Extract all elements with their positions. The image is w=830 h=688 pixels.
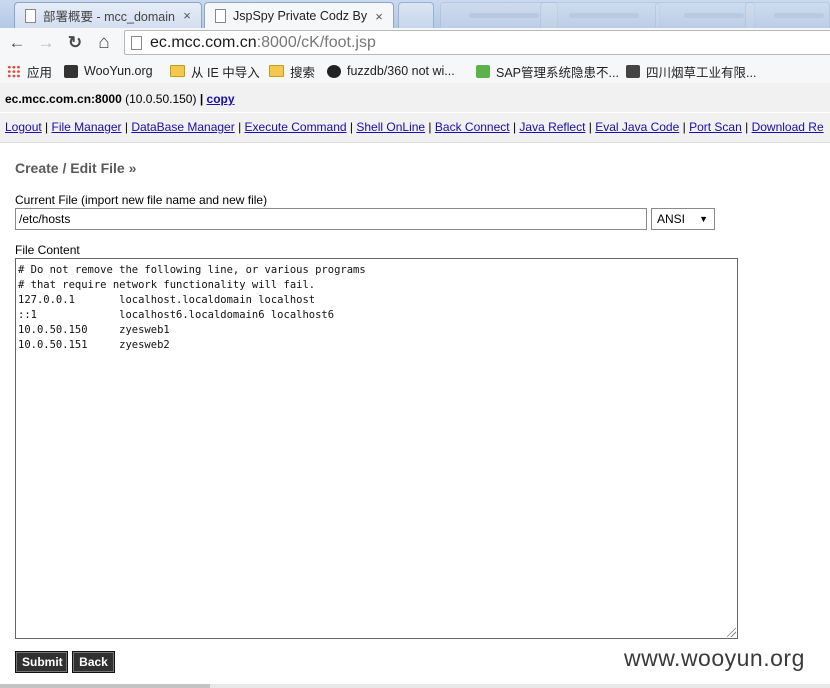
watermark: www.wooyun.org xyxy=(624,645,805,671)
bookmarks-bar: 应用 WooYun.org 从 IE 中导入 搜索 fuzzdb/360 not… xyxy=(0,59,830,84)
blurred-tab xyxy=(745,2,830,28)
tab-strip: 部署概要 - mcc_domain × JspSpy Private Codz … xyxy=(0,0,830,29)
bookmark-apps[interactable]: 应用 xyxy=(7,62,52,80)
copy-link[interactable]: copy xyxy=(207,92,235,106)
bookmark-label: WooYun.org xyxy=(84,64,153,78)
current-file-input[interactable] xyxy=(15,208,647,230)
tab-title: 部署概要 - mcc_domain xyxy=(43,10,175,24)
page-icon xyxy=(25,8,36,23)
back-connect-link[interactable]: Back Connect xyxy=(435,120,510,134)
download-remote-link[interactable]: Download Re xyxy=(752,120,824,134)
folder-icon xyxy=(269,65,284,77)
reload-icon[interactable]: ↻ xyxy=(64,32,86,54)
bookmark-wooyun[interactable]: WooYun.org xyxy=(64,62,153,80)
tab-jspspy[interactable]: JspSpy Private Codz By × xyxy=(204,2,394,29)
bookmark-label: 搜索 xyxy=(290,65,316,80)
logout-link[interactable]: Logout xyxy=(5,120,42,134)
scrollbar-thumb[interactable] xyxy=(0,684,210,688)
wooyun-icon xyxy=(64,64,78,78)
database-manager-link[interactable]: DataBase Manager xyxy=(131,120,234,134)
address-bar[interactable]: ec.mcc.com.cn:8000/cK/foot.jsp xyxy=(124,30,830,55)
folder-icon xyxy=(170,65,185,77)
blurred-tab xyxy=(540,2,660,28)
back-arrow-icon[interactable]: ← xyxy=(6,32,28,54)
tab-title: JspSpy Private Codz By xyxy=(233,9,368,23)
bookmark-label: fuzzdb/360 not wi... xyxy=(347,64,455,78)
blurred-tab xyxy=(655,2,755,28)
execute-command-link[interactable]: Execute Command xyxy=(245,120,347,134)
url-path: :8000/cK/foot.jsp xyxy=(256,34,376,51)
apps-icon xyxy=(7,64,21,78)
dropdown-arrow-icon: ▼ xyxy=(699,214,708,224)
bookmark-ie-import[interactable]: 从 IE 中导入 xyxy=(170,62,260,80)
file-content-textarea[interactable]: # Do not remove the following line, or v… xyxy=(15,258,738,639)
close-tab-icon[interactable]: × xyxy=(179,8,195,23)
github-icon xyxy=(327,64,341,78)
new-tab-button[interactable] xyxy=(398,2,434,28)
bookmark-label: 四川烟草工业有限... xyxy=(646,65,757,80)
port-scan-link[interactable]: Port Scan xyxy=(689,120,742,134)
site-icon xyxy=(626,64,640,78)
host-separator: | xyxy=(199,92,204,106)
home-icon[interactable]: ⌂ xyxy=(93,32,115,54)
forward-arrow-icon[interactable]: → xyxy=(35,32,57,54)
bookmark-sap[interactable]: SAP管理系统隐患不... xyxy=(476,62,619,80)
file-content-label: File Content xyxy=(15,243,80,257)
host-info: ec.mcc.com.cn:8000 (10.0.50.150) | copy xyxy=(5,92,235,106)
browser-toolbar: ← → ↻ ⌂ ec.mcc.com.cn:8000/cK/foot.jsp xyxy=(0,28,830,59)
encoding-select[interactable]: ANSI ▼ xyxy=(651,208,715,230)
eval-java-code-link[interactable]: Eval Java Code xyxy=(595,120,679,134)
page-icon xyxy=(215,9,226,23)
close-tab-icon[interactable]: × xyxy=(371,9,387,24)
bookmark-search[interactable]: 搜索 xyxy=(269,62,315,80)
host-ip: (10.0.50.150) xyxy=(125,92,197,106)
current-file-label: Current File (import new file name and n… xyxy=(15,193,268,207)
url-host: ec.mcc.com.cn xyxy=(150,34,257,51)
page-title: Create / Edit File » xyxy=(15,160,137,176)
bookmark-label: 从 IE 中导入 xyxy=(191,65,260,80)
file-manager-link[interactable]: File Manager xyxy=(52,120,122,134)
resize-grip-icon[interactable] xyxy=(727,628,736,637)
function-menu: Logout | File Manager | DataBase Manager… xyxy=(5,120,824,134)
java-reflect-link[interactable]: Java Reflect xyxy=(519,120,585,134)
tab-deployment-overview[interactable]: 部署概要 - mcc_domain × xyxy=(14,2,202,28)
bookmark-label: SAP管理系统隐患不... xyxy=(496,65,619,80)
bookmark-label: 应用 xyxy=(27,65,53,80)
page-icon xyxy=(131,36,142,50)
horizontal-scrollbar[interactable] xyxy=(0,684,830,688)
sap-icon xyxy=(476,64,490,78)
submit-button[interactable]: Submit xyxy=(15,651,68,673)
bookmark-fuzzdb[interactable]: fuzzdb/360 not wi... xyxy=(327,62,455,80)
encoding-value: ANSI xyxy=(657,212,686,226)
back-button[interactable]: Back xyxy=(72,651,115,673)
bookmark-sichuan[interactable]: 四川烟草工业有限... xyxy=(626,62,756,80)
host-name: ec.mcc.com.cn:8000 xyxy=(5,92,122,106)
shell-online-link[interactable]: Shell OnLine xyxy=(356,120,425,134)
